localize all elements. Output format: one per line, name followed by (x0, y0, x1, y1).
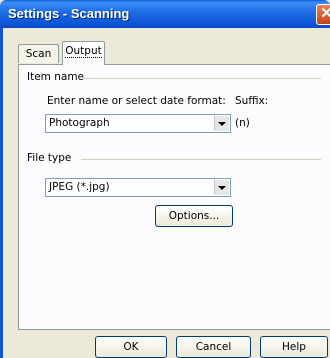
close-button[interactable]: ✕ (316, 4, 330, 25)
file-type-group-divider (81, 159, 321, 160)
suffix-label: Suffix: (235, 95, 269, 107)
tab-scan-label: Scan (25, 48, 52, 60)
item-name-group-label: Item name (27, 71, 85, 83)
item-name-group-divider (83, 78, 321, 79)
title-bar[interactable]: Settings - Scanning ✕ (0, 0, 330, 28)
close-icon: ✕ (320, 5, 330, 22)
tab-output[interactable]: Output (62, 41, 105, 65)
tab-output-label: Output (65, 45, 102, 58)
item-name-combobox[interactable]: Photograph (45, 114, 231, 133)
file-type-combobox[interactable]: JPEG (*.jpg) (45, 178, 231, 197)
ok-button-label: OK (123, 341, 139, 353)
help-button-label: Help (282, 341, 306, 353)
options-button-label: Options... (168, 210, 220, 222)
options-button[interactable]: Options... (155, 205, 233, 227)
cancel-button[interactable]: Cancel (176, 336, 251, 358)
ok-button[interactable]: OK (95, 336, 167, 358)
item-name-value: Photograph (49, 117, 110, 129)
item-name-prompt: Enter name or select date format: (47, 95, 226, 107)
chevron-down-icon[interactable] (214, 180, 229, 195)
file-type-value: JPEG (*.jpg) (49, 181, 110, 193)
cancel-button-label: Cancel (195, 341, 232, 353)
chevron-down-icon[interactable] (214, 116, 229, 131)
help-button[interactable]: Help (260, 336, 328, 358)
window-title: Settings - Scanning (8, 6, 130, 21)
tab-scan[interactable]: Scan (18, 44, 59, 63)
file-type-group-label: File type (27, 152, 72, 164)
output-tab-panel: Item name Enter name or select date form… (18, 64, 330, 330)
suffix-value: (n) (235, 117, 250, 129)
dialog-button-bar: OK Cancel Help (18, 330, 330, 358)
